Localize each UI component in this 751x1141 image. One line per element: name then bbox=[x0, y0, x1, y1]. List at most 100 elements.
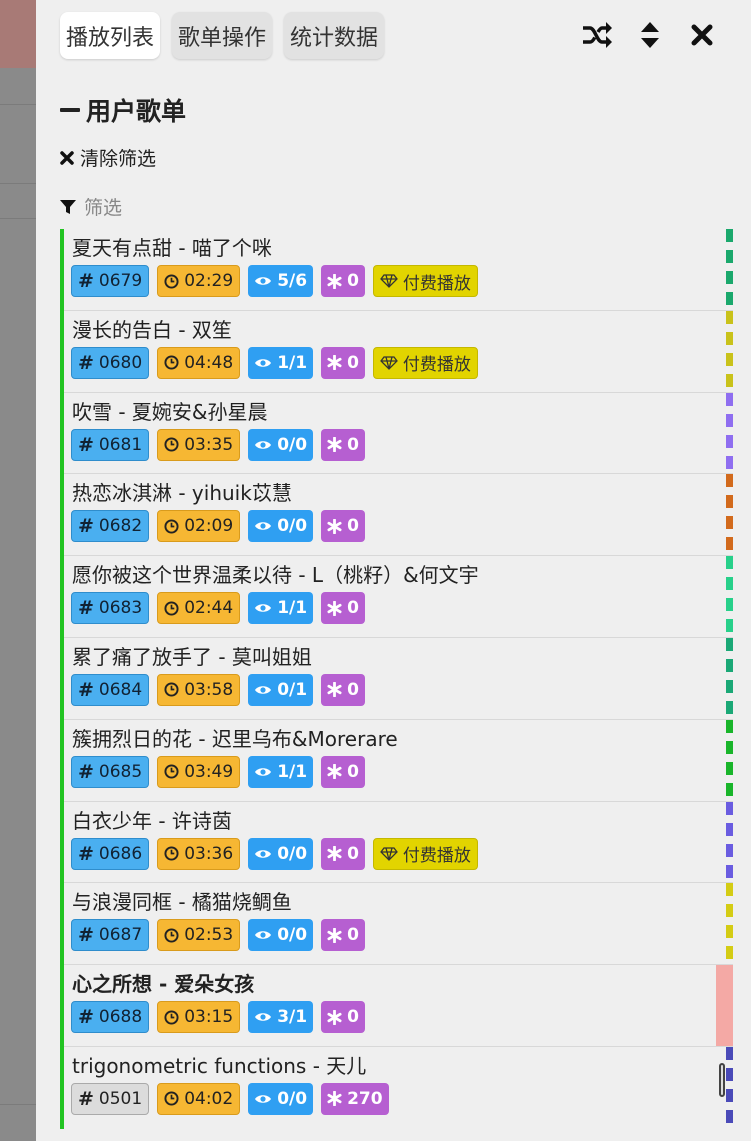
song-duration: 02:09 bbox=[184, 516, 234, 537]
song-row[interactable]: 热恋冰淇淋 - yihuik苡慧 #0682 02:09 0/0 0 bbox=[64, 474, 733, 557]
views-badge: 3/1 bbox=[248, 1001, 314, 1034]
song-row[interactable]: 愿你被这个世界温柔以待 - L（桃籽）&何文宇 #0683 02:44 1/1 0 bbox=[64, 556, 733, 638]
eye-icon bbox=[255, 440, 272, 449]
song-row[interactable]: 簇拥烈日的花 - 迟里乌布&Morerare #0685 03:49 1/1 0 bbox=[64, 720, 733, 802]
song-stars: 0 bbox=[347, 679, 359, 700]
song-id: 0682 bbox=[98, 516, 143, 537]
song-id-badge: #0682 bbox=[71, 510, 150, 543]
song-views: 0/0 bbox=[277, 516, 308, 537]
clock-icon bbox=[164, 682, 179, 698]
close-button[interactable] bbox=[685, 18, 719, 52]
song-duration: 02:29 bbox=[184, 271, 234, 291]
sort-button[interactable] bbox=[633, 18, 667, 52]
scrollbar-thumb[interactable] bbox=[719, 1063, 725, 1097]
paid-play-label: 付费播放 bbox=[402, 846, 471, 867]
song-stars: 0 bbox=[347, 925, 359, 946]
song-views: 1/1 bbox=[277, 761, 308, 782]
asterisk-icon bbox=[327, 764, 342, 780]
song-row[interactable]: 累了痛了放手了 - 莫叫姐姐 #0684 03:58 0/1 0 bbox=[64, 638, 733, 720]
tab-playlist-actions[interactable]: 歌单操作 bbox=[172, 12, 273, 59]
asterisk-icon bbox=[327, 600, 342, 616]
song-id: 0685 bbox=[98, 761, 143, 782]
song-badges: #0682 02:09 0/0 0 bbox=[71, 510, 365, 543]
stars-badge: 0 bbox=[321, 755, 365, 788]
song-duration: 03:15 bbox=[184, 1007, 234, 1028]
song-id-badge: #0501 bbox=[71, 1082, 150, 1115]
section-header[interactable]: 用户歌单 bbox=[60, 92, 186, 128]
paid-play-label: 付费播放 bbox=[402, 355, 471, 376]
song-color-segment bbox=[726, 638, 733, 719]
duration-badge: 03:15 bbox=[157, 1001, 241, 1034]
eye-icon bbox=[255, 522, 272, 531]
song-id: 0686 bbox=[98, 843, 143, 864]
views-badge: 0/0 bbox=[248, 837, 314, 870]
duration-badge: 02:29 bbox=[157, 265, 241, 297]
song-color-segment bbox=[726, 556, 733, 638]
song-duration: 04:02 bbox=[184, 1088, 234, 1109]
song-row[interactable]: 夏天有点甜 - 喵了个咪 #0679 02:29 5/6 0 付费播放 bbox=[64, 229, 733, 311]
asterisk-icon bbox=[327, 682, 342, 698]
duration-badge: 03:35 bbox=[157, 428, 241, 461]
song-title: trigonometric functions - 天儿 bbox=[72, 1053, 367, 1078]
tab-statistics[interactable]: 统计数据 bbox=[284, 12, 385, 59]
song-views: 1/1 bbox=[277, 352, 308, 373]
clear-filter-button[interactable]: 清除筛选 bbox=[60, 144, 156, 171]
song-title: 愿你被这个世界温柔以待 - L（桃籽）&何文宇 bbox=[72, 563, 479, 588]
diamond-icon bbox=[380, 356, 398, 370]
song-row[interactable]: 白衣少年 - 许诗茵 #0686 03:36 0/0 0 付费播放 bbox=[64, 802, 733, 884]
song-row[interactable]: 心之所想 - 爱朵女孩 #0688 03:15 3/1 0 bbox=[64, 965, 733, 1047]
song-title: 与浪漫同框 - 橘猫烧鲷鱼 bbox=[72, 890, 292, 915]
song-title: 簇拥烈日的花 - 迟里乌布&Morerare bbox=[72, 726, 398, 751]
asterisk-icon bbox=[327, 927, 342, 943]
song-badges: #0683 02:44 1/1 0 bbox=[71, 592, 365, 625]
song-row[interactable]: trigonometric functions - 天儿 #0501 04:02 0/… bbox=[64, 1047, 733, 1129]
stars-badge: 270 bbox=[321, 1082, 389, 1115]
song-duration: 04:48 bbox=[184, 352, 234, 373]
stars-badge: 0 bbox=[321, 919, 365, 952]
clock-icon bbox=[164, 1091, 179, 1106]
song-views: 0/1 bbox=[277, 679, 308, 700]
hash-icon: # bbox=[78, 924, 94, 947]
paid-play-badge: 付费播放 bbox=[372, 346, 478, 379]
shuffle-button[interactable] bbox=[580, 18, 614, 52]
stars-badge: 0 bbox=[321, 428, 365, 461]
views-badge: 0/0 bbox=[248, 428, 314, 461]
views-badge: 0/0 bbox=[248, 510, 314, 543]
song-views: 3/1 bbox=[277, 1007, 308, 1028]
duration-badge: 03:58 bbox=[157, 673, 241, 706]
section-title: 用户歌单 bbox=[86, 97, 187, 126]
filter-input[interactable]: 筛选 bbox=[60, 193, 122, 220]
song-stars: 0 bbox=[347, 271, 359, 291]
stars-badge: 0 bbox=[321, 346, 365, 379]
song-row[interactable]: 吹雪 - 夏婉安&孙星晨 #0681 03:35 0/0 0 bbox=[64, 393, 733, 475]
song-color-segment bbox=[726, 719, 733, 801]
song-row[interactable]: 与浪漫同框 - 橘猫烧鲷鱼 #0687 02:53 0/0 0 bbox=[64, 883, 733, 966]
asterisk-icon bbox=[327, 1091, 342, 1107]
song-id-badge: #0686 bbox=[71, 837, 150, 870]
paid-play-badge: 付费播放 bbox=[372, 837, 478, 870]
filter-icon bbox=[60, 199, 76, 214]
clock-icon bbox=[164, 764, 179, 779]
song-row[interactable]: 漫长的告白 - 双笙 #0680 04:48 1/1 0 付费播放 bbox=[64, 311, 733, 393]
stars-badge: 0 bbox=[321, 265, 365, 297]
filter-placeholder: 筛选 bbox=[84, 197, 123, 219]
hash-icon: # bbox=[78, 760, 94, 783]
song-badges: #0685 03:49 1/1 0 bbox=[71, 755, 365, 788]
song-color-segment bbox=[716, 965, 733, 1047]
song-title: 热恋冰淇淋 - yihuik苡慧 bbox=[72, 481, 292, 506]
eye-icon bbox=[255, 277, 272, 285]
asterisk-icon bbox=[327, 355, 342, 371]
tab-playlist[interactable]: 播放列表 bbox=[60, 12, 161, 59]
song-color-segment bbox=[726, 1047, 733, 1128]
eye-icon bbox=[255, 849, 272, 858]
song-views: 0/0 bbox=[277, 843, 308, 864]
song-title: 吹雪 - 夏婉安&孙星晨 bbox=[72, 399, 268, 424]
song-id: 0681 bbox=[98, 434, 143, 455]
song-title: 累了痛了放手了 - 莫叫姐姐 bbox=[72, 644, 312, 669]
eye-icon bbox=[255, 604, 272, 612]
song-id-badge: #0683 bbox=[71, 592, 150, 625]
duration-badge: 04:02 bbox=[157, 1082, 241, 1115]
song-id: 0501 bbox=[98, 1088, 143, 1109]
clock-icon bbox=[164, 519, 179, 534]
hash-icon: # bbox=[78, 1006, 94, 1029]
